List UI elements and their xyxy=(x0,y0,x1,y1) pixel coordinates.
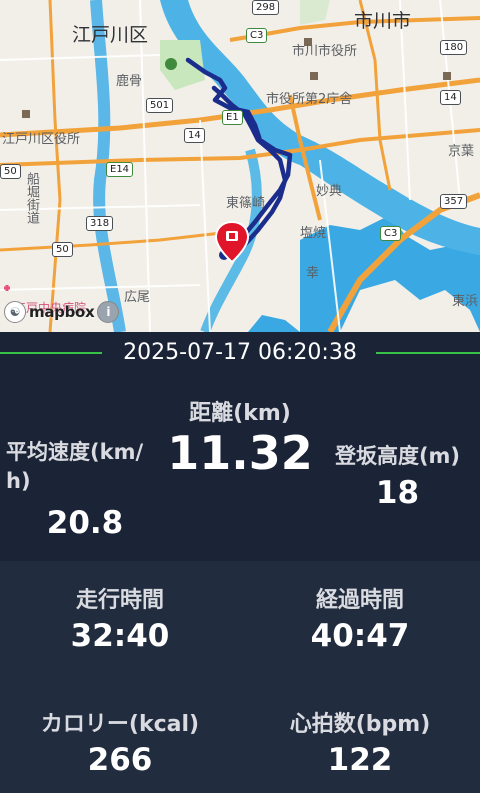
calories-label: カロリー(kcal) xyxy=(40,712,200,737)
road-shield-357: 357 xyxy=(440,194,468,209)
mapbox-logo-icon: ☯ xyxy=(4,301,26,323)
map-label-edogawa-ku: 江戸川区 xyxy=(72,24,149,46)
calories-value: 266 xyxy=(87,742,153,778)
climb-value: 18 xyxy=(375,475,420,511)
moving-time-label: 走行時間 xyxy=(75,588,164,613)
avg-speed-label: 平均速度(km/ h) xyxy=(0,438,176,496)
map-label-ichikawa-shi: 市川市 xyxy=(354,10,412,32)
road-shield-180: 180 xyxy=(440,40,468,55)
avg-speed-label-line2: h) xyxy=(6,469,31,493)
road-shield-318: 318 xyxy=(86,216,114,231)
road-shield-14: 14 xyxy=(184,128,205,143)
avg-speed-value: 20.8 xyxy=(46,505,124,541)
map-attribution: ☯ mapbox i xyxy=(4,301,120,323)
road-shield-c3-mid: C3 xyxy=(380,226,402,241)
avg-speed-label-line1: 平均速度(km/ xyxy=(6,440,144,464)
map-label-keiyo: 京葉 xyxy=(448,144,475,159)
map-label-sachi: 幸 xyxy=(306,266,320,281)
road-shield-298: 298 xyxy=(252,0,280,15)
map-label-ichikawa-office: 市川市役所 xyxy=(292,44,358,59)
map-label-kasai: 鹿骨 xyxy=(116,74,143,89)
road-shield-e1: E1 xyxy=(222,110,243,125)
activity-detail-screen: 江戸川区 市川市 鹿骨 市川市役所 市役所第2庁舎 江戸川区役所 船堀街道 東篠… xyxy=(0,0,480,793)
distance-label: 距離(km) xyxy=(189,401,291,426)
activity-datetime: 2025-07-17 06:20:38 xyxy=(123,340,357,365)
heart-rate-label: 心拍数(bpm) xyxy=(289,712,431,737)
road-shield-501: 501 xyxy=(146,98,174,113)
map-label-hiroo: 広尾 xyxy=(124,290,151,305)
map-canvas xyxy=(0,0,480,332)
road-shield-e14: E14 xyxy=(106,162,134,177)
map-label-city-office-2: 市役所第2庁舎 xyxy=(266,92,353,107)
map-label-myoten: 妙典 xyxy=(316,184,343,199)
mapbox-wordmark: mapbox xyxy=(29,303,95,321)
map-label-funabori-kaido: 船堀街道 xyxy=(24,172,39,224)
route-map[interactable]: 江戸川区 市川市 鹿骨 市川市役所 市役所第2庁舎 江戸川区役所 船堀街道 東篠… xyxy=(0,0,480,332)
heart-rate-value: 122 xyxy=(327,742,393,778)
moving-time-value: 32:40 xyxy=(70,618,170,654)
road-shield-14b: 14 xyxy=(440,90,461,105)
elapsed-time-label: 経過時間 xyxy=(315,588,404,613)
road-shield-c3: C3 xyxy=(246,28,268,43)
info-icon[interactable]: i xyxy=(97,301,120,323)
map-label-higashihama: 東浜 xyxy=(452,294,479,309)
map-label-higashi-shinozaki: 東篠崎 xyxy=(226,196,266,211)
map-label-shiohama: 塩焼 xyxy=(300,226,327,241)
climb-label: 登坂高度(m) xyxy=(334,444,461,468)
elapsed-time-value: 40:47 xyxy=(310,618,410,654)
map-label-edogawa-office: 江戸川区役所 xyxy=(2,132,81,147)
road-shield-50: 50 xyxy=(0,164,21,179)
road-shield-50b: 50 xyxy=(52,242,73,257)
